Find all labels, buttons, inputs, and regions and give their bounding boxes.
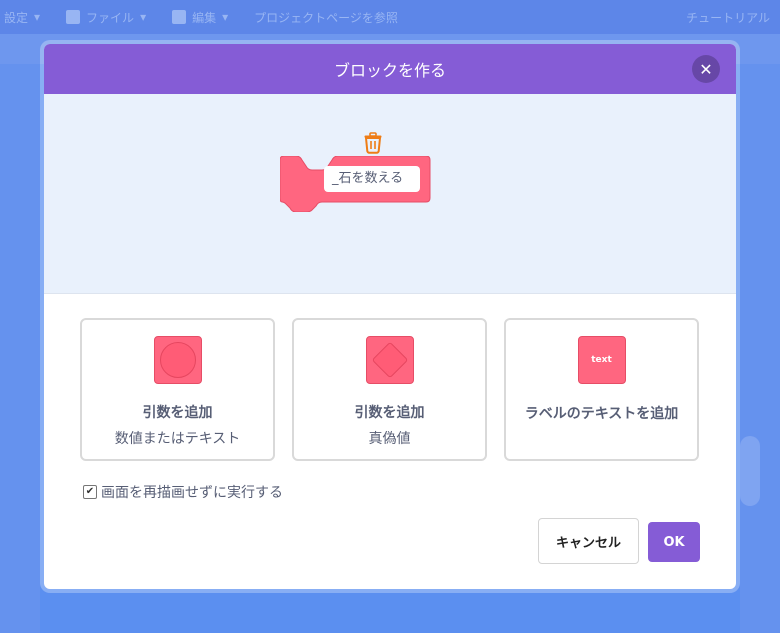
bg-scroll-knob <box>740 436 760 506</box>
option-title: 引数を追加 <box>354 405 425 421</box>
edit-icon <box>172 10 187 24</box>
run-without-refresh-label: 画面を再描画せずに実行する <box>101 485 283 501</box>
boolean-input-icon <box>365 336 414 384</box>
background-menu-right: チュートリアル <box>686 0 770 34</box>
background-menu-bar: 設定 ▾ ファイル ▾ 編集 ▾ プロジェクトページを参照 <box>0 0 780 34</box>
make-block-dialog: ブロックを作る ✕ _石を数える 引数を追加 数値またはテキスト 引数を追加 真… <box>44 44 736 589</box>
block-name-input[interactable]: _石を数える <box>324 166 420 192</box>
custom-block[interactable]: _石を数える <box>279 155 432 216</box>
background-right-panel <box>740 64 780 633</box>
bg-menu-file: ファイル ▾ <box>66 9 146 26</box>
cancel-button[interactable]: キャンセル <box>538 518 639 564</box>
run-without-refresh-row[interactable]: ✔ 画面を再描画せずに実行する <box>83 482 283 502</box>
block-preview-area: _石を数える <box>44 94 736 294</box>
close-button[interactable]: ✕ <box>692 55 720 83</box>
add-boolean-input-button[interactable]: 引数を追加 真偽値 <box>292 318 487 461</box>
bg-tutorial: チュートリアル <box>686 10 770 25</box>
option-title: ラベルのテキストを追加 <box>524 406 679 422</box>
bg-menu-project-page: プロジェクトページを参照 <box>254 10 398 25</box>
round-input-icon <box>153 336 202 384</box>
close-icon: ✕ <box>699 59 713 79</box>
label-text-icon: text <box>577 336 626 384</box>
add-number-text-input-button[interactable]: 引数を追加 数値またはテキスト <box>80 318 275 461</box>
add-label-text-button[interactable]: text ラベルのテキストを追加 <box>504 318 699 461</box>
file-icon <box>66 10 81 24</box>
bg-menu-edit: 編集 ▾ <box>172 9 228 26</box>
dialog-title: ブロックを作る <box>333 61 446 80</box>
trash-icon[interactable] <box>363 132 383 154</box>
bg-menu-settings: 設定 ▾ <box>4 10 41 25</box>
ok-button[interactable]: OK <box>648 522 700 562</box>
dialog-header: ブロックを作る ✕ <box>44 44 736 94</box>
add-input-options: 引数を追加 数値またはテキスト 引数を追加 真偽値 text ラベルのテキストを… <box>80 318 699 461</box>
option-title: 引数を追加 <box>142 405 213 421</box>
run-without-refresh-checkbox[interactable]: ✔ <box>83 485 97 499</box>
option-subtitle: 数値またはテキスト <box>114 431 241 447</box>
option-subtitle: 真偽値 <box>368 431 411 447</box>
background-left-panel <box>0 64 40 633</box>
